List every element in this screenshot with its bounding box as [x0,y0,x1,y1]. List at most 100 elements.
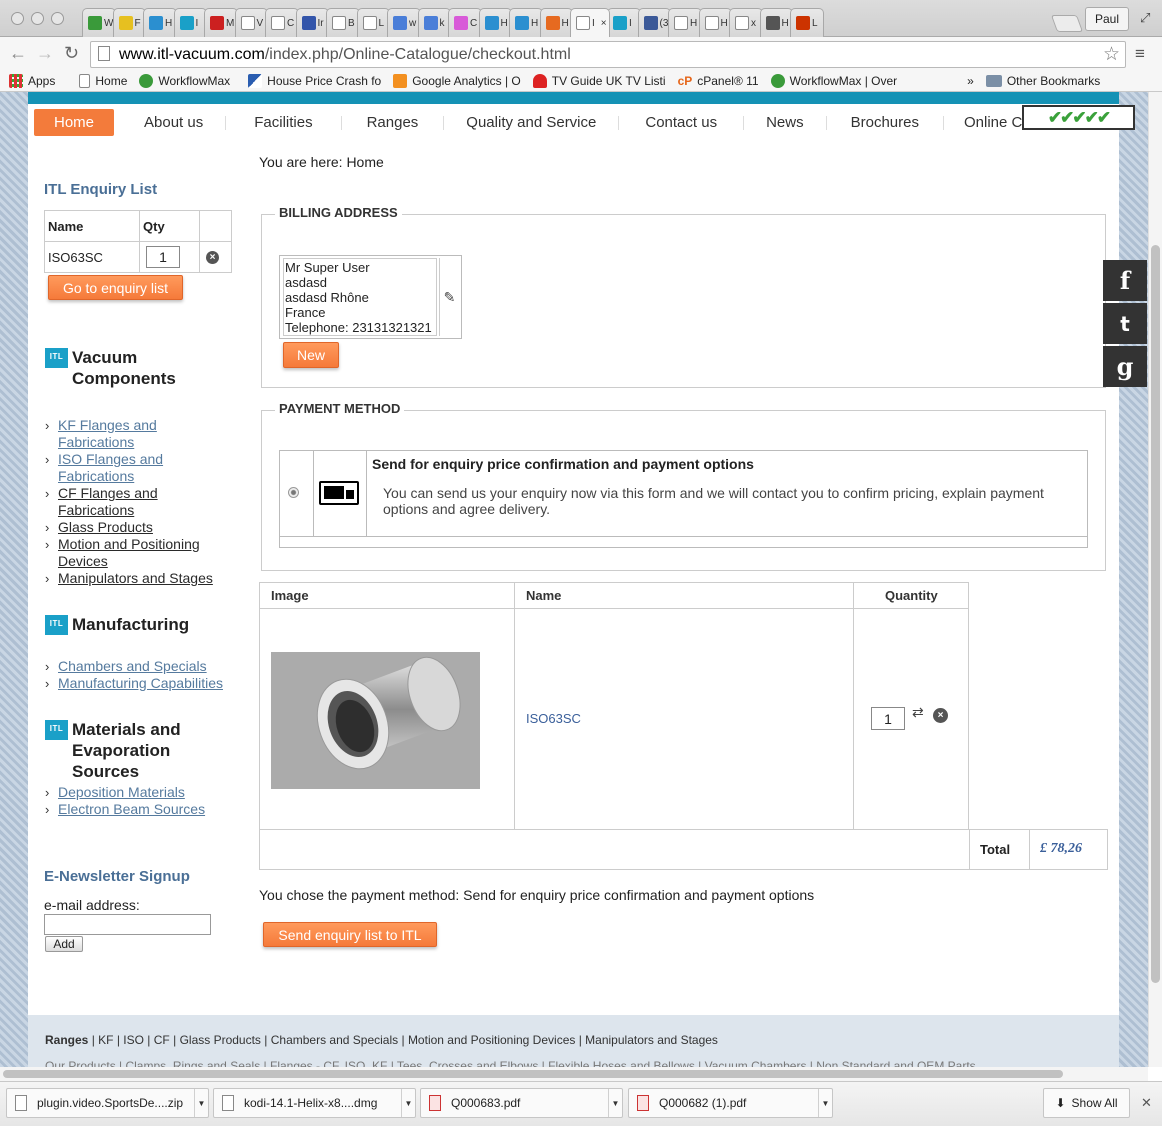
other-bookmarks[interactable]: Other Bookmarks [985,74,1100,88]
browser-tab[interactable]: C [265,8,299,37]
sidebar-link[interactable]: › Manufacturing Capabilities [45,675,235,692]
sidebar-link-text[interactable]: Manufacturing Capabilities [58,675,223,692]
reload-button[interactable]: ↻ [64,43,79,64]
close-window-button[interactable] [11,12,24,25]
twitter-share-icon[interactable]: t [1103,303,1147,344]
send-enquiry-button[interactable]: Send enquiry list to ITL [263,922,437,947]
facebook-share-icon[interactable]: f [1103,260,1147,301]
address-bar[interactable]: www.itl-vacuum.com/index.php/Online-Cata… [90,41,1126,68]
nav-about-us[interactable]: About us [114,109,225,136]
sidebar-link[interactable]: › KF Flanges and Fabrications [45,417,220,451]
minimize-window-button[interactable] [31,12,44,25]
download-menu-arrow[interactable]: ▼ [818,1089,832,1117]
browser-tab[interactable]: C [448,8,482,37]
browser-tab[interactable]: M [204,8,238,37]
footer-link-manipulators[interactable]: Manipulators and Stages [585,1033,718,1047]
footer-link-kf[interactable]: KF [98,1033,113,1047]
profile-button[interactable]: Paul [1085,7,1129,31]
sidebar-link-text[interactable]: KF Flanges and Fabrications [58,417,220,451]
nav-facilities[interactable]: Facilities [226,109,340,136]
footer-link-chambers[interactable]: Chambers and Specials [271,1033,398,1047]
browser-tab[interactable]: w [387,8,421,37]
download-item[interactable]: plugin.video.SportsDe....zip ▼ [6,1088,209,1118]
product-qty-input[interactable]: 1 [871,707,905,730]
browser-tab[interactable]: H [478,8,512,37]
browser-tab[interactable]: (3 [637,8,671,37]
nav-ranges[interactable]: Ranges [342,109,444,136]
download-menu-arrow[interactable]: ▼ [608,1089,622,1117]
email-input[interactable] [44,914,211,935]
footer-link-motion[interactable]: Motion and Positioning Devices [408,1033,575,1047]
sidebar-link-text[interactable]: Deposition Materials [58,784,185,801]
footer-products-line[interactable]: Our Products | Clamps, Rings and Seals |… [45,1059,976,1067]
browser-tab[interactable]: W [82,8,116,37]
vertical-scroll-thumb[interactable] [1151,245,1160,983]
remove-product-icon[interactable]: × [933,708,948,723]
show-all-downloads-button[interactable]: ⬇ Show All [1043,1088,1130,1118]
close-downloads-icon[interactable]: ✕ [1141,1095,1152,1111]
edit-pencil-icon[interactable]: ✎ [439,258,459,336]
bookmark-workflowmax[interactable]: WorkflowMax [139,73,230,88]
browser-tab[interactable]: I × [570,8,610,37]
back-button[interactable]: ← [9,43,27,64]
browser-tab[interactable]: H [539,8,573,37]
bookmark-cpanel[interactable]: cP cPanel® 11 [678,74,759,88]
sidebar-link-text[interactable]: Manipulators and Stages [58,570,213,587]
nav-home[interactable]: Home [34,109,115,136]
new-address-button[interactable]: New [283,342,339,368]
enquiry-qty-input[interactable]: 1 [146,246,180,268]
bookmark-house-price[interactable]: House Price Crash fo [248,73,381,88]
sidebar-link[interactable]: › Deposition Materials [45,784,235,801]
sidebar-link-text[interactable]: Motion and Positioning Devices [58,536,220,570]
payment-radio[interactable] [288,487,299,498]
bookmark-star-icon[interactable]: ☆ [1103,43,1120,66]
google-plus-share-icon[interactable]: g [1103,346,1147,387]
sidebar-link[interactable]: › Motion and Positioning Devices [45,536,220,570]
bookmark-home[interactable]: Home [79,73,127,88]
nav-contact-us[interactable]: Contact us [619,109,743,136]
sidebar-link[interactable]: › Glass Products [45,519,220,536]
zoom-window-button[interactable] [51,12,64,25]
bookmark-apps[interactable]: Apps [9,73,55,88]
download-item[interactable]: Q000683.pdf ▼ [420,1088,623,1118]
update-qty-icon[interactable]: ⇄ [912,704,924,721]
browser-tab[interactable]: Ir [295,8,329,37]
download-item[interactable]: kodi-14.1-Helix-x8....dmg ▼ [213,1088,416,1118]
browser-tab[interactable]: L [790,8,824,37]
menu-icon[interactable]: ≡ [1135,44,1145,64]
close-tab-icon[interactable]: × [601,18,607,29]
restore-icon[interactable]: ⤢ [1140,10,1150,26]
sidebar-link-text[interactable]: ISO Flanges and Fabrications [58,451,220,485]
browser-tab[interactable]: F [112,8,146,37]
sidebar-link-text[interactable]: Electron Beam Sources [58,801,205,818]
nav-quality-and-service[interactable]: Quality and Service [444,109,618,136]
footer-link-glass[interactable]: Glass Products [180,1033,261,1047]
browser-tab[interactable]: H [668,8,702,37]
bookmark-google-analytics[interactable]: Google Analytics | O [393,73,521,88]
horizontal-scroll-thumb[interactable] [3,1070,1063,1078]
browser-tab[interactable]: L [356,8,390,37]
sidebar-link[interactable]: › CF Flanges and Fabrications [45,485,220,519]
bookmark-workflowmax-overview[interactable]: WorkflowMax | Over [770,73,897,88]
sidebar-link-text[interactable]: Chambers and Specials [58,658,207,675]
browser-tab[interactable]: H [759,8,793,37]
remove-item-icon[interactable]: × [206,250,219,264]
browser-tab[interactable]: I [173,8,207,37]
footer-link-iso[interactable]: ISO [123,1033,144,1047]
add-email-button[interactable]: Add [45,936,83,952]
browser-tab[interactable]: H [509,8,543,37]
sidebar-link[interactable]: › ISO Flanges and Fabrications [45,451,220,485]
forward-button[interactable]: → [36,43,54,64]
browser-tab[interactable]: V [234,8,268,37]
browser-tab[interactable]: H [143,8,177,37]
sidebar-link[interactable]: › Electron Beam Sources [45,801,235,818]
nav-news[interactable]: News [744,109,826,136]
sidebar-link[interactable]: › Manipulators and Stages [45,570,220,587]
sidebar-link-text[interactable]: CF Flanges and Fabrications [58,485,220,519]
browser-tab[interactable]: k [417,8,451,37]
browser-tab[interactable]: I [607,8,641,37]
sidebar-link[interactable]: › Chambers and Specials [45,658,235,675]
sidebar-link-text[interactable]: Glass Products [58,519,153,536]
go-to-enquiry-list-button[interactable]: Go to enquiry list [48,275,183,300]
nav-brochures[interactable]: Brochures [827,109,943,136]
